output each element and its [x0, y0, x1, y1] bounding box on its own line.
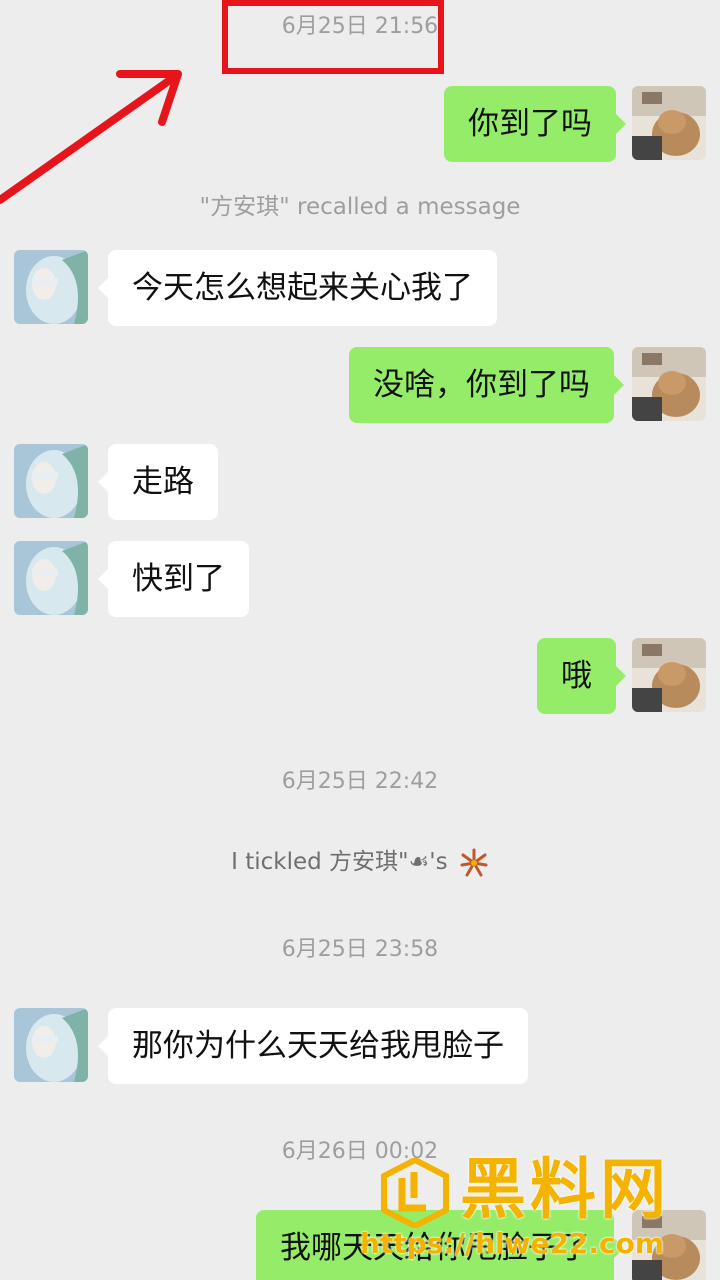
timestamp: 6月25日 22:42	[281, 769, 439, 794]
watermark-title: 黑料网	[460, 1151, 670, 1228]
message-bubble-outgoing[interactable]: 没啥，你到了吗	[349, 347, 624, 423]
contact-avatar[interactable]	[14, 444, 88, 518]
girl-avatar-icon	[14, 1008, 88, 1082]
tickle-text: I tickled 方安琪"☙'s	[231, 849, 448, 875]
self-avatar[interactable]	[632, 347, 706, 421]
message-bubble-incoming[interactable]: 那你为什么天天给我甩脸子	[98, 1008, 528, 1084]
message-bubble-incoming[interactable]: 今天怎么想起来关心我了	[98, 250, 497, 326]
contact-avatar[interactable]	[14, 1008, 88, 1082]
watermark-url: https://hlwe22.com	[360, 1227, 665, 1260]
red-arrow-icon	[0, 70, 182, 204]
tickle-notice: I tickled 方安琪"☙'s	[0, 845, 720, 879]
watermark-logo-icon	[381, 1158, 449, 1228]
message-bubble-outgoing[interactable]: 哦	[537, 638, 626, 714]
cat-avatar-icon	[632, 347, 706, 421]
self-avatar[interactable]	[632, 86, 706, 160]
contact-avatar[interactable]	[14, 541, 88, 615]
message-bubble-incoming[interactable]: 快到了	[98, 541, 249, 617]
girl-avatar-icon	[14, 444, 88, 518]
cat-avatar-icon	[632, 86, 706, 160]
message-bubble-incoming[interactable]: 走路	[98, 444, 218, 520]
cat-avatar-icon	[632, 638, 706, 712]
self-avatar[interactable]	[632, 638, 706, 712]
timestamp: 6月25日 21:56	[281, 14, 439, 39]
message-bubble-outgoing[interactable]: 你到了吗	[444, 86, 626, 162]
recalled-notice: "方安琪" recalled a message	[199, 194, 521, 220]
watermark: 黑料网 https://hlwe22.com	[360, 1150, 710, 1270]
contact-avatar[interactable]	[14, 250, 88, 324]
girl-avatar-icon	[14, 250, 88, 324]
firework-icon	[460, 848, 488, 876]
girl-avatar-icon	[14, 541, 88, 615]
timestamp: 6月25日 23:58	[281, 937, 439, 962]
